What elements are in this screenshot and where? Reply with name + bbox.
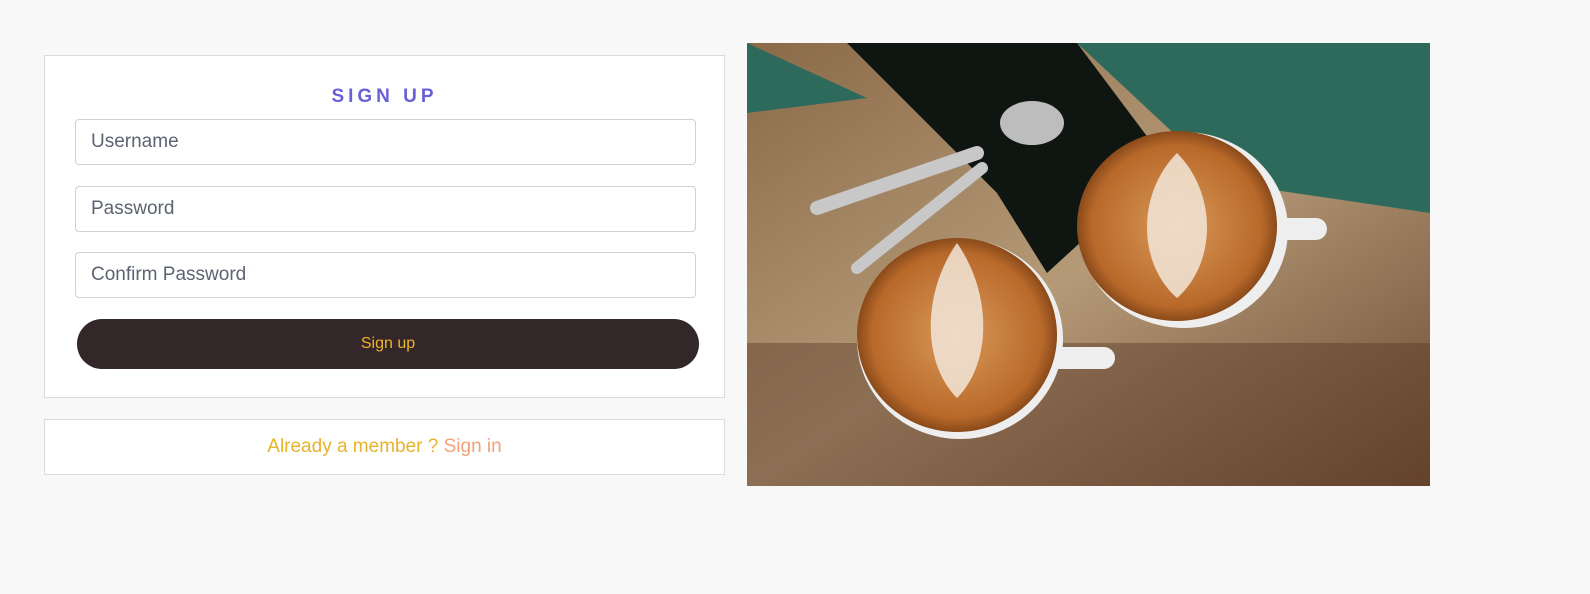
confirm-password-input[interactable] [75, 252, 696, 298]
page-title: SIGN UP [331, 86, 438, 107]
signin-prompt-text: Already a member ? [267, 436, 444, 457]
password-input[interactable] [75, 186, 696, 232]
signin-link[interactable]: Sign in [444, 436, 502, 457]
coffee-photo [747, 43, 1430, 486]
username-input[interactable] [75, 119, 696, 165]
signup-button[interactable]: Sign up [77, 319, 699, 369]
signin-prompt-card: Already a member ? Sign in [44, 419, 725, 475]
